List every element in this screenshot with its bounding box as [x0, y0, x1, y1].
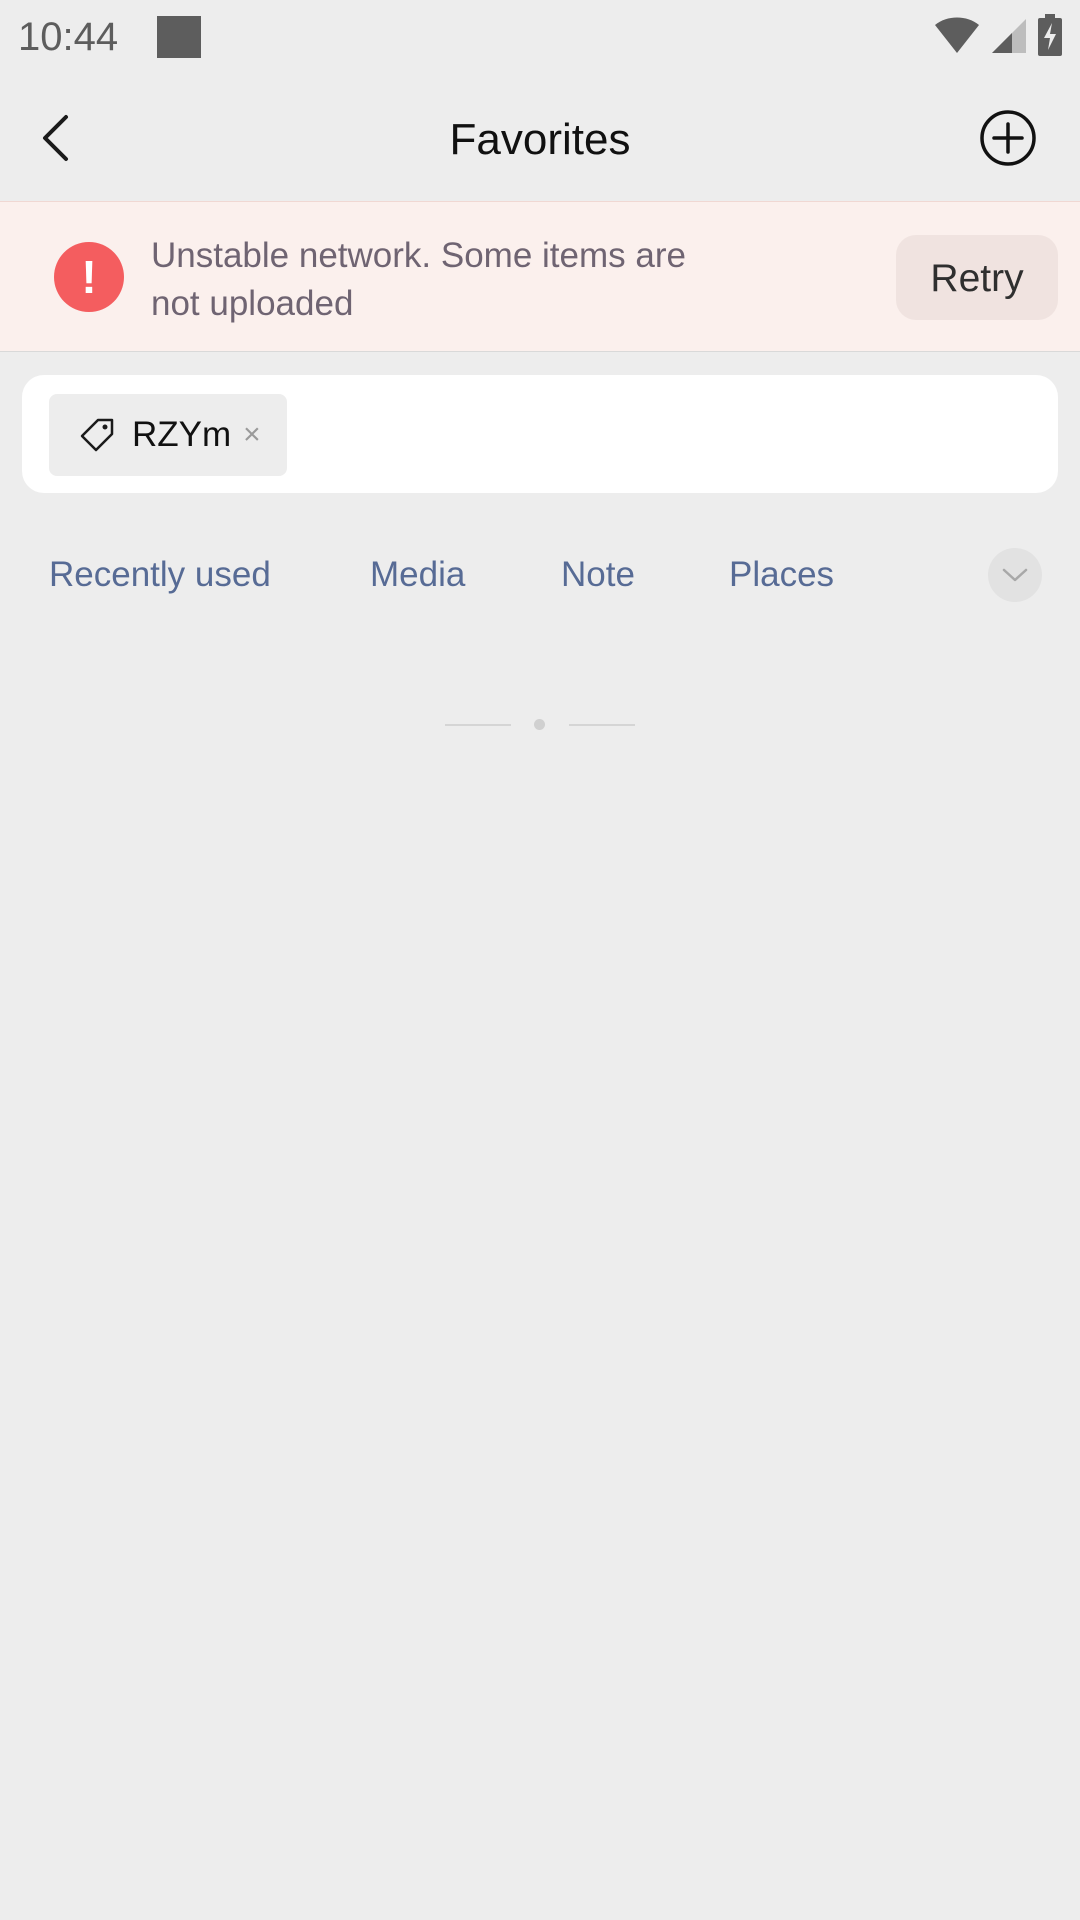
header: Favorites — [0, 75, 1080, 201]
chevron-down-icon — [1002, 568, 1028, 582]
divider-right — [569, 724, 635, 726]
loading-dot — [534, 719, 545, 730]
exclamation-icon: ! — [54, 242, 124, 312]
tag-chip[interactable]: RZYm × — [49, 394, 287, 476]
network-alert-banner: ! Unstable network. Some items are not u… — [0, 201, 1080, 352]
expand-categories-button[interactable] — [988, 548, 1042, 602]
retry-button[interactable]: Retry — [896, 235, 1058, 320]
divider-left — [445, 724, 511, 726]
square-notification-icon — [157, 16, 201, 58]
category-note[interactable]: Note — [561, 552, 635, 598]
wifi-icon — [934, 15, 980, 60]
status-bar: 10:44 — [0, 0, 1080, 75]
battery-charging-icon — [1038, 13, 1062, 61]
tag-search-input[interactable]: RZYm × — [22, 375, 1058, 493]
close-icon[interactable]: × — [243, 420, 261, 450]
add-button[interactable] — [978, 108, 1038, 168]
category-filter-bar: Recently used Media Note Places — [0, 540, 1080, 610]
alert-message: Unstable network. Some items are not upl… — [151, 236, 686, 323]
plus-circle-icon — [980, 110, 1036, 166]
tag-icon — [78, 416, 116, 454]
loading-indicator — [445, 718, 635, 732]
page-title: Favorites — [449, 115, 631, 164]
category-media[interactable]: Media — [370, 552, 465, 598]
category-places[interactable]: Places — [729, 552, 834, 598]
category-recently-used[interactable]: Recently used — [49, 552, 271, 598]
status-time: 10:44 — [18, 15, 119, 59]
status-icons — [934, 13, 1062, 61]
cell-signal-icon — [990, 15, 1028, 60]
tag-label: RZYm — [132, 415, 232, 454]
